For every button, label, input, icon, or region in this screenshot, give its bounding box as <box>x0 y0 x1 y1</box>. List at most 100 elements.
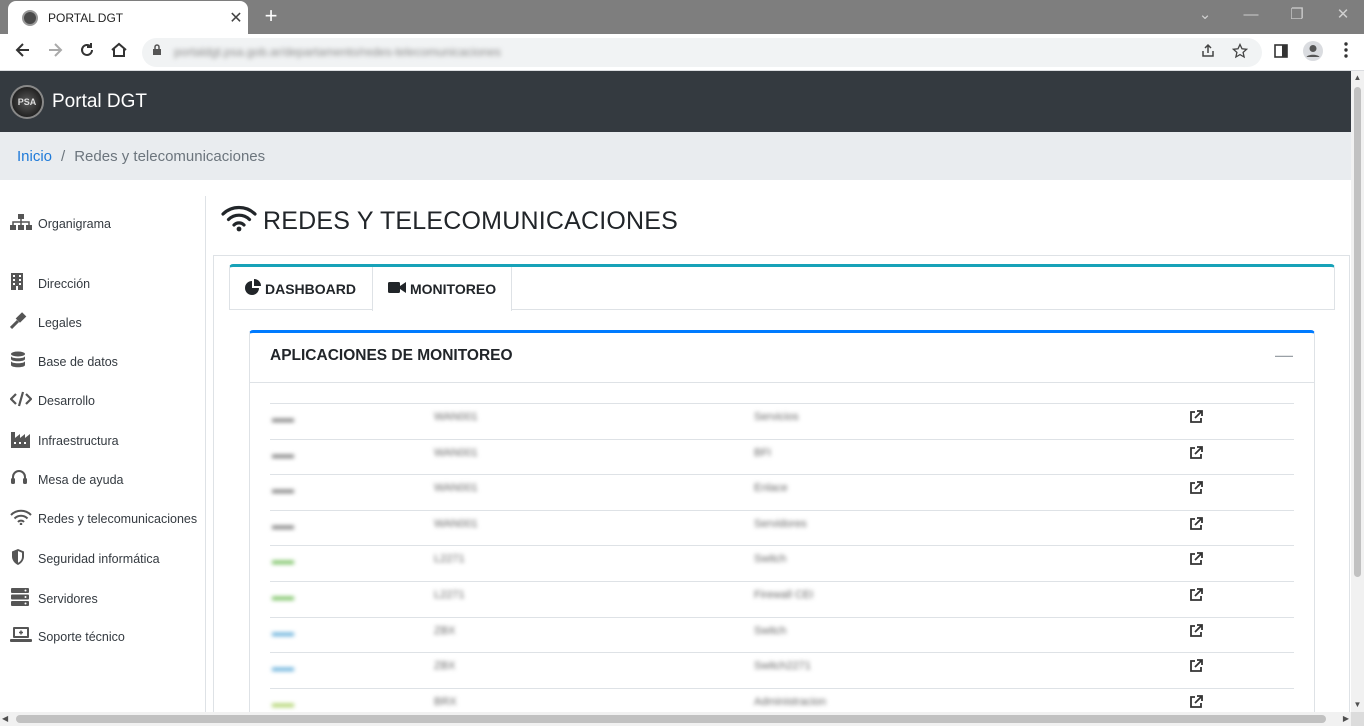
scroll-down-icon[interactable]: ▼ <box>1351 698 1364 712</box>
external-link-icon[interactable] <box>1188 587 1208 607</box>
breadcrumb-separator: / <box>61 147 66 165</box>
external-link-icon[interactable] <box>1188 551 1208 571</box>
app-name: Servicios <box>754 411 799 423</box>
breadcrumb-current: Redes y telecomunicaciones <box>74 147 266 165</box>
building-icon <box>10 273 34 294</box>
code-icon <box>9 391 34 411</box>
vertical-scrollbar[interactable]: ▲ ▼ <box>1351 71 1364 712</box>
tab-close-icon[interactable]: ✕ <box>224 8 248 28</box>
psa-logo[interactable]: PSA <box>10 84 44 119</box>
external-link-icon[interactable] <box>1188 480 1208 500</box>
table-row: ▬▬ L2271 Switch <box>270 545 1294 581</box>
browser-tab-title: PORTAL DGT <box>48 10 124 25</box>
app-name: Switch2271 <box>754 660 811 673</box>
sidebar-item-label: Infraestructura <box>38 434 119 448</box>
horizontal-scroll-thumb[interactable] <box>16 715 1326 723</box>
share-icon[interactable] <box>1198 43 1218 63</box>
sidebar-item-label: Servidores <box>38 592 98 606</box>
external-link-icon[interactable] <box>1188 623 1208 643</box>
sidebar-item-servidores[interactable]: Servidores <box>10 588 98 610</box>
tab-monitoreo[interactable]: MONITOREO <box>372 267 513 311</box>
top-navbar: PSA Portal DGT <box>0 71 1351 132</box>
close-window-button[interactable]: ✕ <box>1320 4 1364 28</box>
video-icon <box>388 281 406 297</box>
vertical-scroll-thumb[interactable] <box>1354 87 1361 577</box>
tab-label: MONITOREO <box>410 281 497 297</box>
url-text: portaldgt.psa.gob.ar/departamento/redes-… <box>174 45 501 59</box>
browser-tab-strip: PORTAL DGT ✕ + ⌄ — ❐ ✕ <box>0 0 1364 34</box>
app-logo: ▬▬ <box>272 590 294 603</box>
external-link-icon[interactable] <box>1188 694 1208 714</box>
external-link-icon[interactable] <box>1188 409 1208 429</box>
browser-menu-icon[interactable] <box>1333 40 1359 66</box>
browser-tab[interactable]: PORTAL DGT ✕ <box>8 1 248 34</box>
app-logo: ▬▬ <box>272 626 294 639</box>
sidebar-item-direccion[interactable]: Dirección <box>10 273 90 294</box>
tab-search-icon[interactable]: ⌄ <box>1182 4 1228 28</box>
sidebar-item-desarrollo[interactable]: Desarrollo <box>9 391 95 411</box>
main-content: REDES Y TELECOMUNICACIONES DASHBOARD MON… <box>213 196 1351 726</box>
browser-toolbar: portaldgt.psa.gob.ar/departamento/redes-… <box>0 34 1364 71</box>
external-link-icon[interactable] <box>1188 445 1208 465</box>
profile-avatar-icon[interactable] <box>1300 40 1326 66</box>
scroll-right-icon[interactable]: ▶ <box>1343 712 1349 726</box>
table-row: ▬▬ WAN001 Servicios <box>270 403 1294 439</box>
reload-icon[interactable] <box>74 40 100 66</box>
breadcrumb: Inicio / Redes y telecomunicaciones <box>0 132 1351 180</box>
sidebar-item-infraestructura[interactable]: Infraestructura <box>10 430 119 452</box>
app-host: WAN001 <box>434 446 478 459</box>
external-link-icon[interactable] <box>1188 658 1208 678</box>
tab-bar: DASHBOARD MONITOREO <box>229 264 1335 311</box>
new-tab-button[interactable]: + <box>259 4 283 28</box>
wifi-icon <box>10 509 34 529</box>
sidebar-item-label: Mesa de ayuda <box>38 473 124 487</box>
back-icon[interactable] <box>10 40 36 66</box>
table-row: ▬▬ WAN001 Enlace <box>270 474 1294 510</box>
sidebar-item-label: Organigrama <box>38 217 111 231</box>
sidebar-item-label: Dirección <box>38 276 91 291</box>
sidebar-item-label: Seguridad informática <box>38 552 160 566</box>
scroll-up-icon[interactable]: ▲ <box>1351 71 1364 85</box>
address-bar[interactable]: portaldgt.psa.gob.ar/departamento/redes-… <box>142 38 1262 67</box>
app-logo: ▬▬ <box>272 484 294 497</box>
card-title: APLICACIONES DE MONITOREO <box>270 347 513 364</box>
bookmark-star-icon[interactable] <box>1230 42 1250 63</box>
side-panel-icon[interactable] <box>1268 40 1294 66</box>
chart-pie-icon <box>245 279 261 298</box>
gavel-icon <box>9 312 34 334</box>
sidebar-item-organigrama[interactable]: Organigrama <box>10 214 111 234</box>
shield-icon <box>10 548 34 570</box>
collapse-button[interactable]: — <box>1274 345 1294 365</box>
table-row: ▬▬ WAN001 Servidores <box>270 509 1294 546</box>
sidebar-item-mesa-de-ayuda[interactable]: Mesa de ayuda <box>10 469 123 491</box>
app-name: Switch <box>754 553 787 566</box>
app-host: L2271 <box>434 588 465 601</box>
app-name: Firewall CEI <box>754 588 814 601</box>
wifi-icon <box>221 204 257 239</box>
tab-label: DASHBOARD <box>265 280 356 297</box>
app-host: BRX <box>434 695 457 708</box>
sidebar-item-label: Soporte técnico <box>38 630 125 644</box>
apps-table: ▬▬ WAN001 Servicios ▬▬ WAN001 BFI ▬▬ WAN001 Enla… <box>270 403 1294 723</box>
horizontal-scrollbar[interactable]: ◀ ▶ <box>0 712 1351 726</box>
sidebar-item-redes[interactable]: Redes y telecomunicaciones <box>10 509 197 529</box>
home-icon[interactable] <box>106 40 132 66</box>
sidebar-item-base-de-datos[interactable]: Base de datos <box>10 351 118 373</box>
breadcrumb-home-link[interactable]: Inicio <box>17 148 52 165</box>
app-host: ZBX <box>434 624 456 637</box>
brand-title[interactable]: Portal DGT <box>52 91 147 113</box>
forward-icon[interactable] <box>42 40 68 66</box>
tab-dashboard[interactable]: DASHBOARD <box>230 267 371 310</box>
sidebar-item-soporte[interactable]: Soporte técnico <box>10 627 125 647</box>
page-title: REDES Y TELECOMUNICACIONES <box>221 204 678 239</box>
scrollbar-corner <box>1351 712 1364 726</box>
restore-button[interactable]: ❐ <box>1274 4 1320 28</box>
external-link-icon[interactable] <box>1188 516 1208 536</box>
scroll-left-icon[interactable]: ◀ <box>2 712 8 726</box>
app-logo: ▬▬ <box>272 448 294 461</box>
minimize-button[interactable]: — <box>1228 4 1274 28</box>
sidebar-item-seguridad[interactable]: Seguridad informática <box>10 548 160 570</box>
app-host: WAN001 <box>434 517 478 530</box>
table-row: ▬▬ ZBX Switch2271 <box>270 652 1294 688</box>
sidebar-item-legales[interactable]: Legales <box>9 312 82 334</box>
